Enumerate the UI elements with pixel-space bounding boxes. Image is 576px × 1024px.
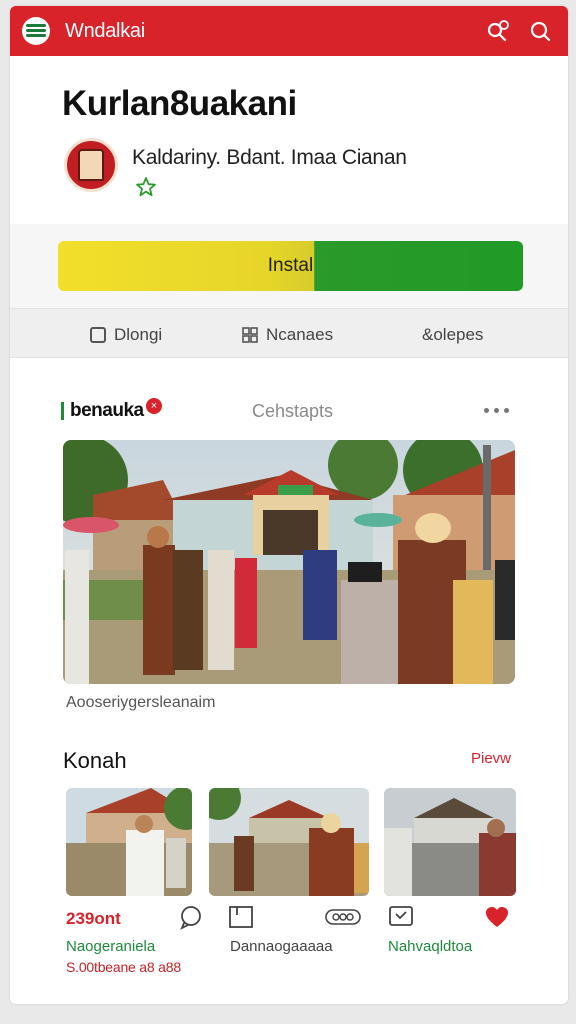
square-icon xyxy=(90,327,106,343)
section-title: Konah xyxy=(63,748,127,773)
tab-label: Ncanaes xyxy=(266,325,334,344)
developer-name[interactable]: Kaldariny. Bdant. Imaa Cianan xyxy=(132,146,407,170)
close-badge-icon[interactable]: × xyxy=(146,398,162,414)
image-icon[interactable] xyxy=(228,904,254,930)
developer-avatar[interactable] xyxy=(64,138,118,192)
card-title-1[interactable]: Naogeraniela xyxy=(66,938,155,955)
comment-icon[interactable] xyxy=(178,904,204,930)
grid-icon xyxy=(242,327,258,343)
thumbnail-2[interactable] xyxy=(209,788,369,896)
feed-secondary-tab[interactable]: Cehstapts xyxy=(252,401,333,422)
logo-icon[interactable] xyxy=(22,17,50,45)
more-dots-icon[interactable] xyxy=(484,408,514,414)
install-button[interactable]: Instal xyxy=(58,241,523,291)
app-title: Kurlan8uakani xyxy=(62,84,297,123)
hero-caption: Aooseriygersleanaim xyxy=(66,694,216,711)
tab-label: Dlongi xyxy=(114,325,163,344)
thumbnail-1[interactable] xyxy=(66,788,192,896)
hero-photo[interactable] xyxy=(63,440,515,684)
card-title-3[interactable]: Nahvaqldtoa xyxy=(388,938,472,955)
tab-bar: Dlongi Ncanaes &olepes xyxy=(10,308,568,358)
star-icon[interactable] xyxy=(135,176,157,198)
tab-dlongi[interactable]: Dlongi xyxy=(90,325,162,345)
top-app-bar: Wndalkai xyxy=(10,6,568,56)
tab-label: &olepes xyxy=(422,325,484,344)
chat-icon[interactable] xyxy=(388,904,414,930)
feed-accent-bar xyxy=(61,402,64,420)
feed-label[interactable]: benauka xyxy=(70,400,144,422)
stat-count: 239ont xyxy=(66,909,121,928)
card-meta: S.00tbeane a8 a88 xyxy=(66,959,181,975)
heart-icon[interactable] xyxy=(484,904,510,930)
tab-olepes[interactable]: &olepes xyxy=(422,325,483,345)
thumbnail-3[interactable] xyxy=(384,788,516,896)
app-name: Wndalkai xyxy=(65,20,145,42)
app-screen: Wndalkai Kurlan8uakani Kaldariny. Bdant.… xyxy=(10,6,568,1004)
link-icon[interactable] xyxy=(324,904,362,930)
search-icon[interactable] xyxy=(527,18,553,44)
preview-link[interactable]: Pievw xyxy=(471,750,511,767)
card-title-2[interactable]: Dannaogaaaaa xyxy=(230,938,333,955)
refresh-search-icon[interactable] xyxy=(485,18,511,44)
tab-ncanaes[interactable]: Ncanaes xyxy=(242,325,333,345)
